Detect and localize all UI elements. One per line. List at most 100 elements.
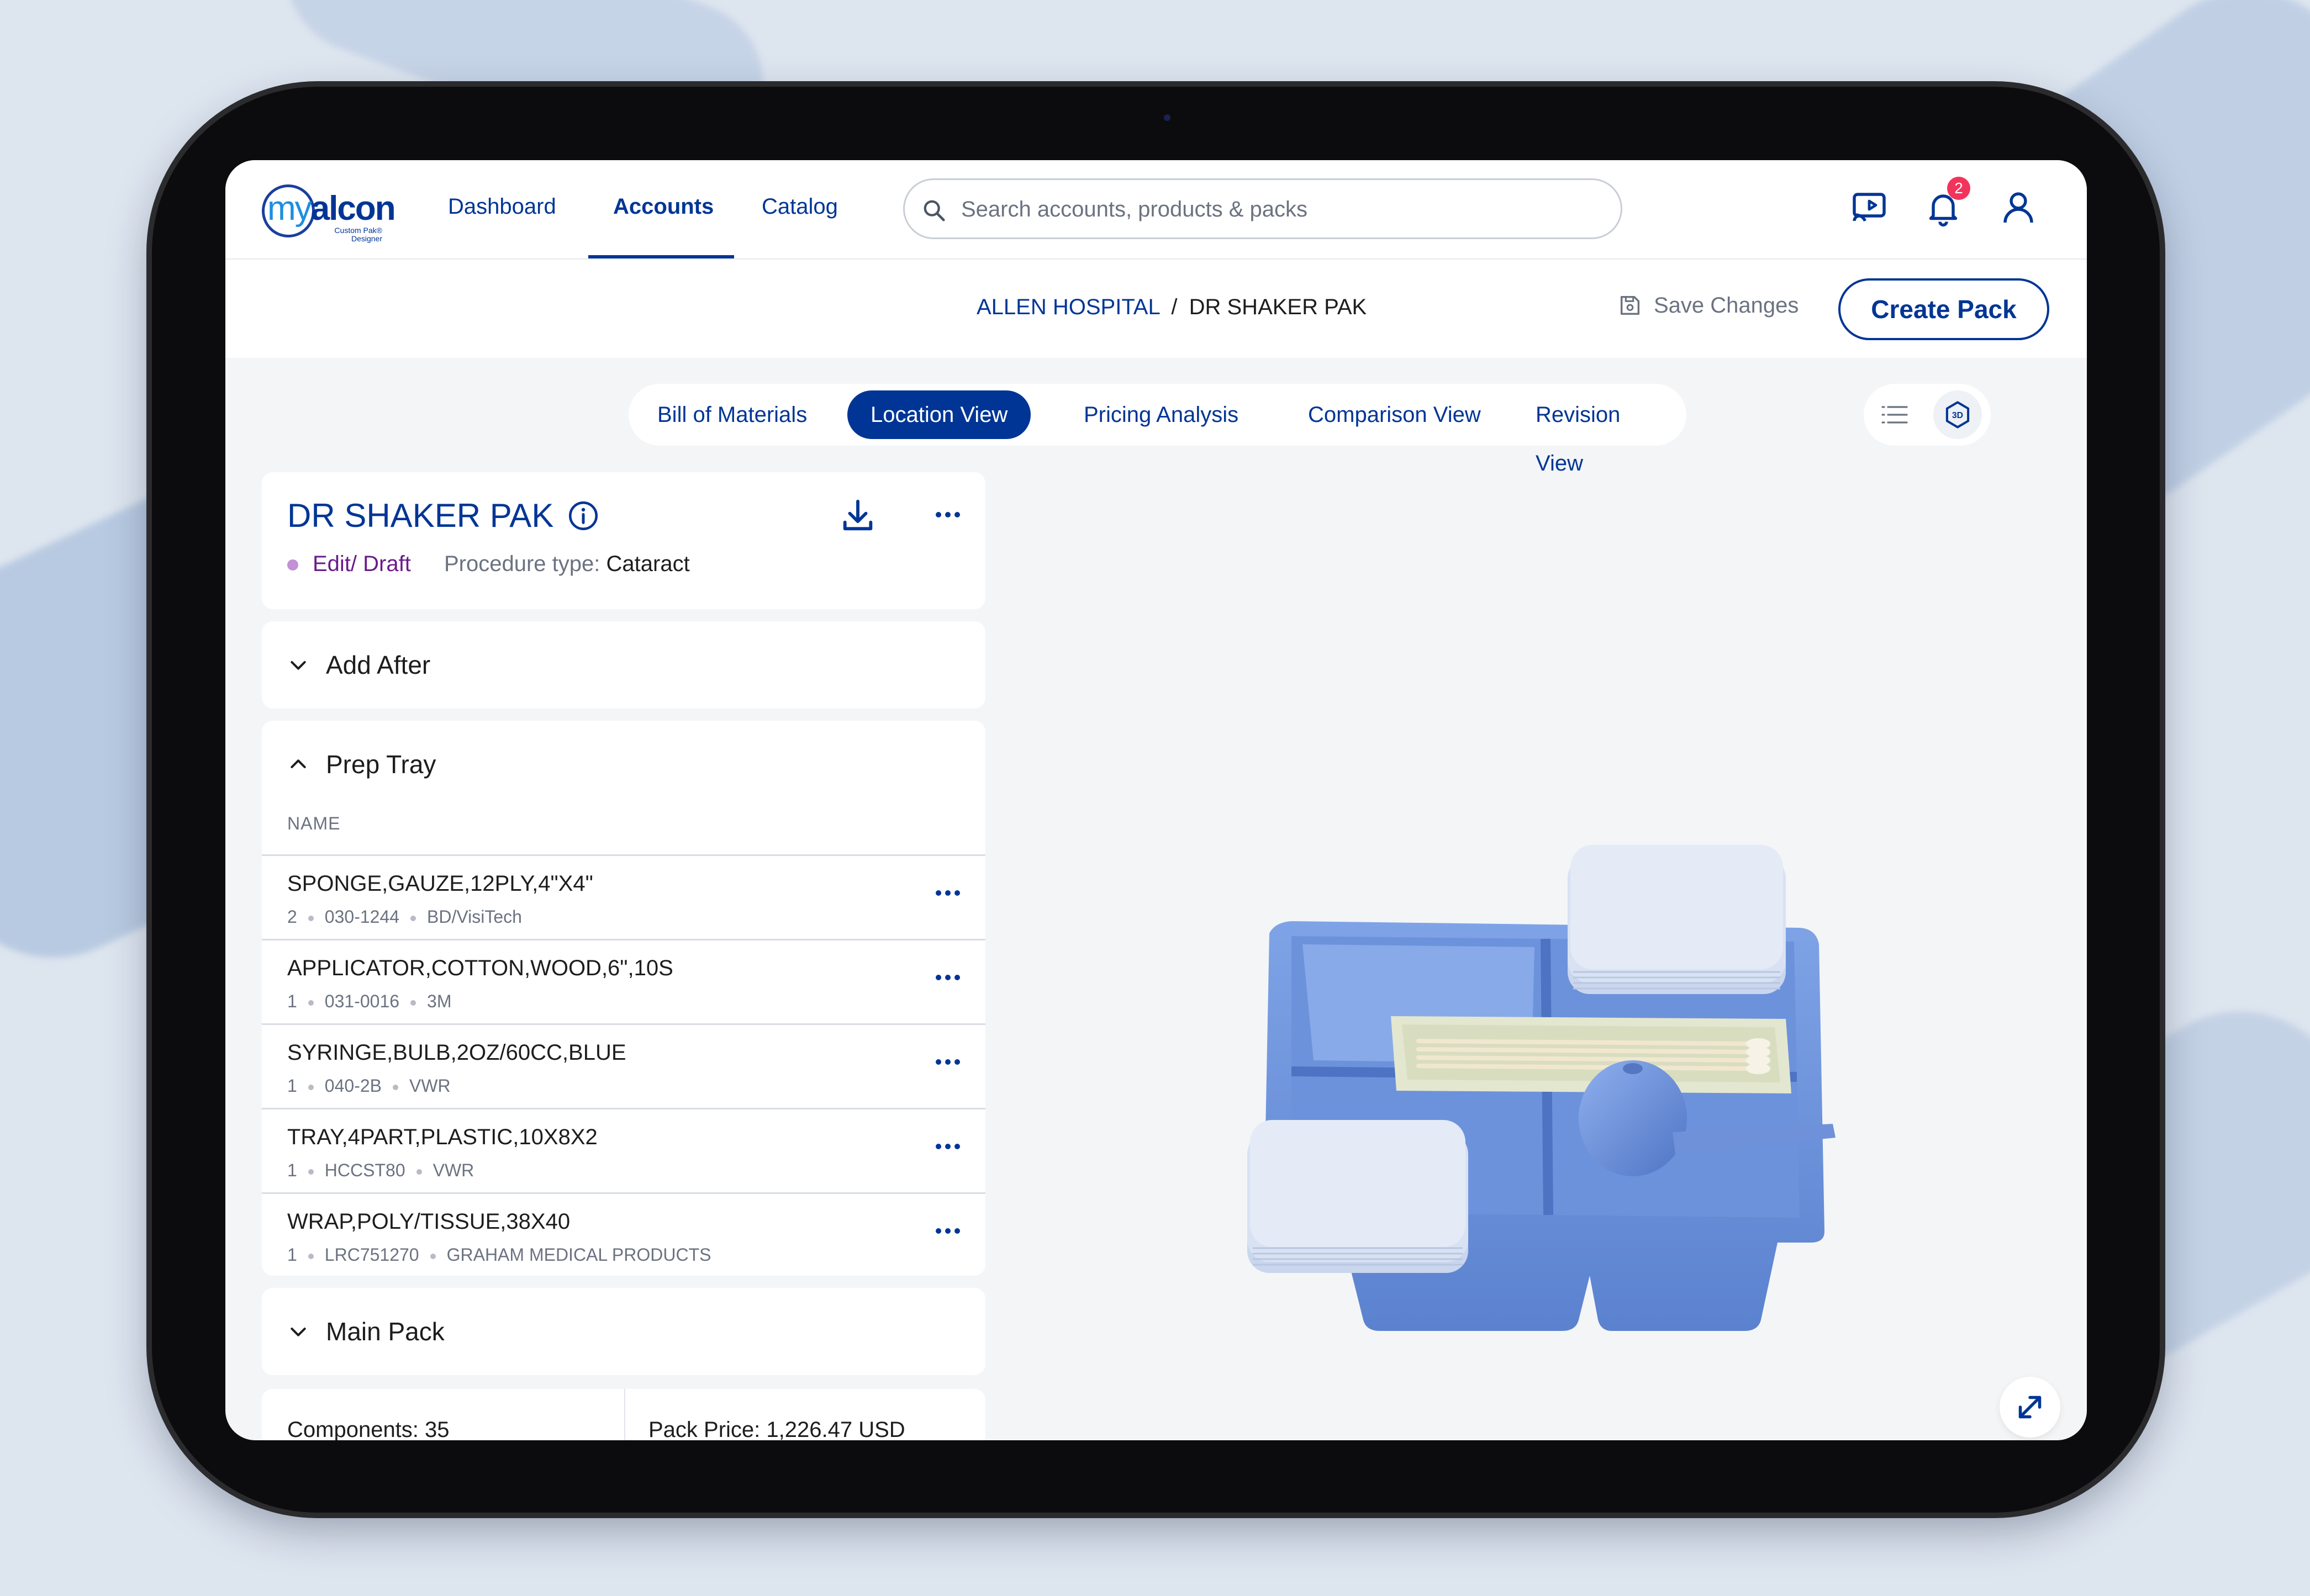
chevron-down-icon (291, 1328, 306, 1336)
floppy-disk-icon (1620, 295, 1640, 315)
item-name: SPONGE,GAUZE,12PLY,4"X4" (287, 871, 593, 896)
search-box[interactable] (903, 178, 1622, 239)
chevron-up-icon (291, 759, 306, 768)
breadcrumb-separator: / (1171, 295, 1178, 319)
view-mode-toggle: 3D (1864, 384, 1991, 446)
nav-accounts[interactable]: Accounts (613, 194, 714, 219)
breadcrumb-current: DR SHAKER PAK (1189, 295, 1367, 319)
expand-viewport-button[interactable] (2000, 1377, 2060, 1438)
tray-3d-render (1247, 845, 1836, 1331)
main-pack-header: Main Pack (287, 1317, 445, 1346)
item-name: TRAY,4PART,PLASTIC,10X8X2 (287, 1125, 598, 1149)
nav-catalog[interactable]: Catalog (762, 194, 838, 219)
3d-viewport[interactable] (1015, 469, 2054, 1436)
tab-revision-view[interactable]: Revision View (1512, 390, 1686, 475)
procedure-type-value: Cataract (606, 552, 690, 576)
tab-bill-of-materials[interactable]: Bill of Materials (634, 390, 830, 439)
item-meta: 1 LRC751270 GRAHAM MEDICAL PRODUCTS (287, 1245, 711, 1265)
info-icon[interactable] (567, 499, 600, 532)
item-name: APPLICATOR,COTTON,WOOD,6",10S (287, 956, 673, 980)
add-after-header: Add After (287, 650, 430, 680)
add-after-label: Add After (326, 651, 431, 679)
3d-view-button[interactable]: 3D (1933, 390, 1982, 439)
pack-title: DR SHAKER PAK (287, 496, 600, 535)
breadcrumb-account-link[interactable]: ALLEN HOSPITAL (977, 295, 1159, 319)
item-name: SYRINGE,BULB,2OZ/60CC,BLUE (287, 1040, 626, 1065)
item-code: 030-1244 (324, 907, 400, 927)
row-more-options-button[interactable] (936, 975, 960, 980)
prep-tray-label: Prep Tray (326, 750, 436, 779)
table-row[interactable]: APPLICATOR,COTTON,WOOD,6",10S 1 031-0016 3… (262, 939, 985, 1023)
pack-status: Edit/ Draft (313, 552, 411, 576)
item-qty: 1 (287, 1076, 297, 1096)
chevron-down-icon (291, 661, 306, 670)
add-after-section[interactable]: Add After (262, 621, 985, 709)
view-tabs: Bill of Materials Location View Pricing … (629, 384, 1686, 475)
item-qty: 1 (287, 991, 297, 1011)
pack-title-text: DR SHAKER PAK (287, 497, 554, 534)
save-changes-label: Save Changes (1654, 293, 1799, 318)
logo-tagline: Custom Pak® Designer (327, 226, 382, 243)
download-icon[interactable] (838, 496, 877, 535)
row-more-options-button[interactable] (936, 1059, 960, 1065)
pack-summary-card: DR SHAKER PAK Edit/ Draft Procedure type… (262, 472, 985, 609)
totals-divider (624, 1389, 625, 1440)
prep-tray-header[interactable]: Prep Tray (287, 749, 436, 779)
main-pack-section[interactable]: Main Pack (262, 1288, 985, 1375)
list-icon[interactable] (1880, 401, 1909, 428)
pack-totals-bar: Components: 35 Pack Price: 1,226.47 USD (262, 1389, 985, 1440)
procedure-type-label: Procedure type: (444, 552, 600, 576)
row-more-options-button[interactable] (936, 1228, 960, 1234)
item-vendor: VWR (433, 1160, 474, 1180)
item-meta: 1 031-0016 3M (287, 991, 451, 1012)
app-screen: myalcon Custom Pak® Designer Dashboard Ac… (225, 160, 2087, 1440)
nav-dashboard[interactable]: Dashboard (448, 194, 556, 219)
main-pack-label: Main Pack (326, 1317, 445, 1346)
row-more-options-button[interactable] (936, 890, 960, 896)
table-row[interactable]: SPONGE,GAUZE,12PLY,4"X4" 2 030-1244 BD/Vis… (262, 854, 985, 939)
save-changes-button[interactable]: Save Changes (1617, 293, 1799, 318)
user-icon[interactable] (1998, 188, 2038, 228)
search-input[interactable] (960, 180, 1614, 239)
myalcon-logo[interactable]: myalcon Custom Pak® Designer (262, 180, 396, 243)
item-code: 040-2B (324, 1076, 382, 1096)
item-name: WRAP,POLY/TISSUE,38X40 (287, 1209, 571, 1234)
status-dot (287, 559, 298, 570)
logo-tagline-1: Custom Pak® (334, 226, 382, 235)
breadcrumb: ALLEN HOSPITAL / DR SHAKER PAK (977, 295, 1367, 320)
item-code: HCCST80 (324, 1160, 405, 1180)
item-code: LRC751270 (324, 1245, 419, 1265)
logo-alcon: alcon (310, 189, 396, 228)
item-qty: 2 (287, 907, 297, 927)
logo-my: my (267, 189, 312, 228)
tab-location-view[interactable]: Location View (847, 390, 1031, 439)
gauze-stack (1568, 845, 1786, 994)
table-row[interactable]: WRAP,POLY/TISSUE,38X40 1 LRC751270 GRAHAM … (262, 1192, 985, 1277)
row-more-options-button[interactable] (936, 1144, 960, 1149)
nav-active-indicator (588, 255, 734, 258)
cast-icon[interactable] (1849, 188, 1889, 228)
item-qty: 1 (287, 1160, 297, 1180)
3d-label: 3D (1952, 411, 1963, 420)
table-row[interactable]: SYRINGE,BULB,2OZ/60CC,BLUE 1 040-2B VWR (262, 1023, 985, 1108)
item-vendor: BD/VisiTech (427, 907, 522, 927)
prep-tray-section: Prep Tray NAME SPONGE,GAUZE,12PLY,4"X4" … (262, 721, 985, 1276)
cube-3d-icon: 3D (1945, 401, 1970, 429)
components-count: Components: 35 (287, 1418, 450, 1440)
tab-comparison-view[interactable]: Comparison View (1285, 390, 1504, 439)
tab-pricing-analysis[interactable]: Pricing Analysis (1061, 390, 1262, 439)
notification-count-badge: 2 (1947, 177, 1970, 200)
item-meta: 1 HCCST80 VWR (287, 1160, 474, 1181)
item-meta: 1 040-2B VWR (287, 1076, 451, 1096)
table-row[interactable]: TRAY,4PART,PLASTIC,10X8X2 1 HCCST80 VWR (262, 1108, 985, 1192)
pack-more-options-button[interactable] (936, 512, 960, 517)
item-qty: 1 (287, 1245, 297, 1265)
create-pack-button[interactable]: Create Pack (1838, 278, 2049, 340)
item-code: 031-0016 (324, 991, 400, 1011)
logo-tagline-2: Designer (351, 234, 382, 243)
procedure-type: Procedure type: Cataract (444, 552, 690, 577)
camera (1164, 114, 1170, 121)
item-vendor: VWR (409, 1076, 451, 1096)
item-vendor: GRAHAM MEDICAL PRODUCTS (446, 1245, 711, 1265)
item-meta: 2 030-1244 BD/VisiTech (287, 907, 522, 927)
